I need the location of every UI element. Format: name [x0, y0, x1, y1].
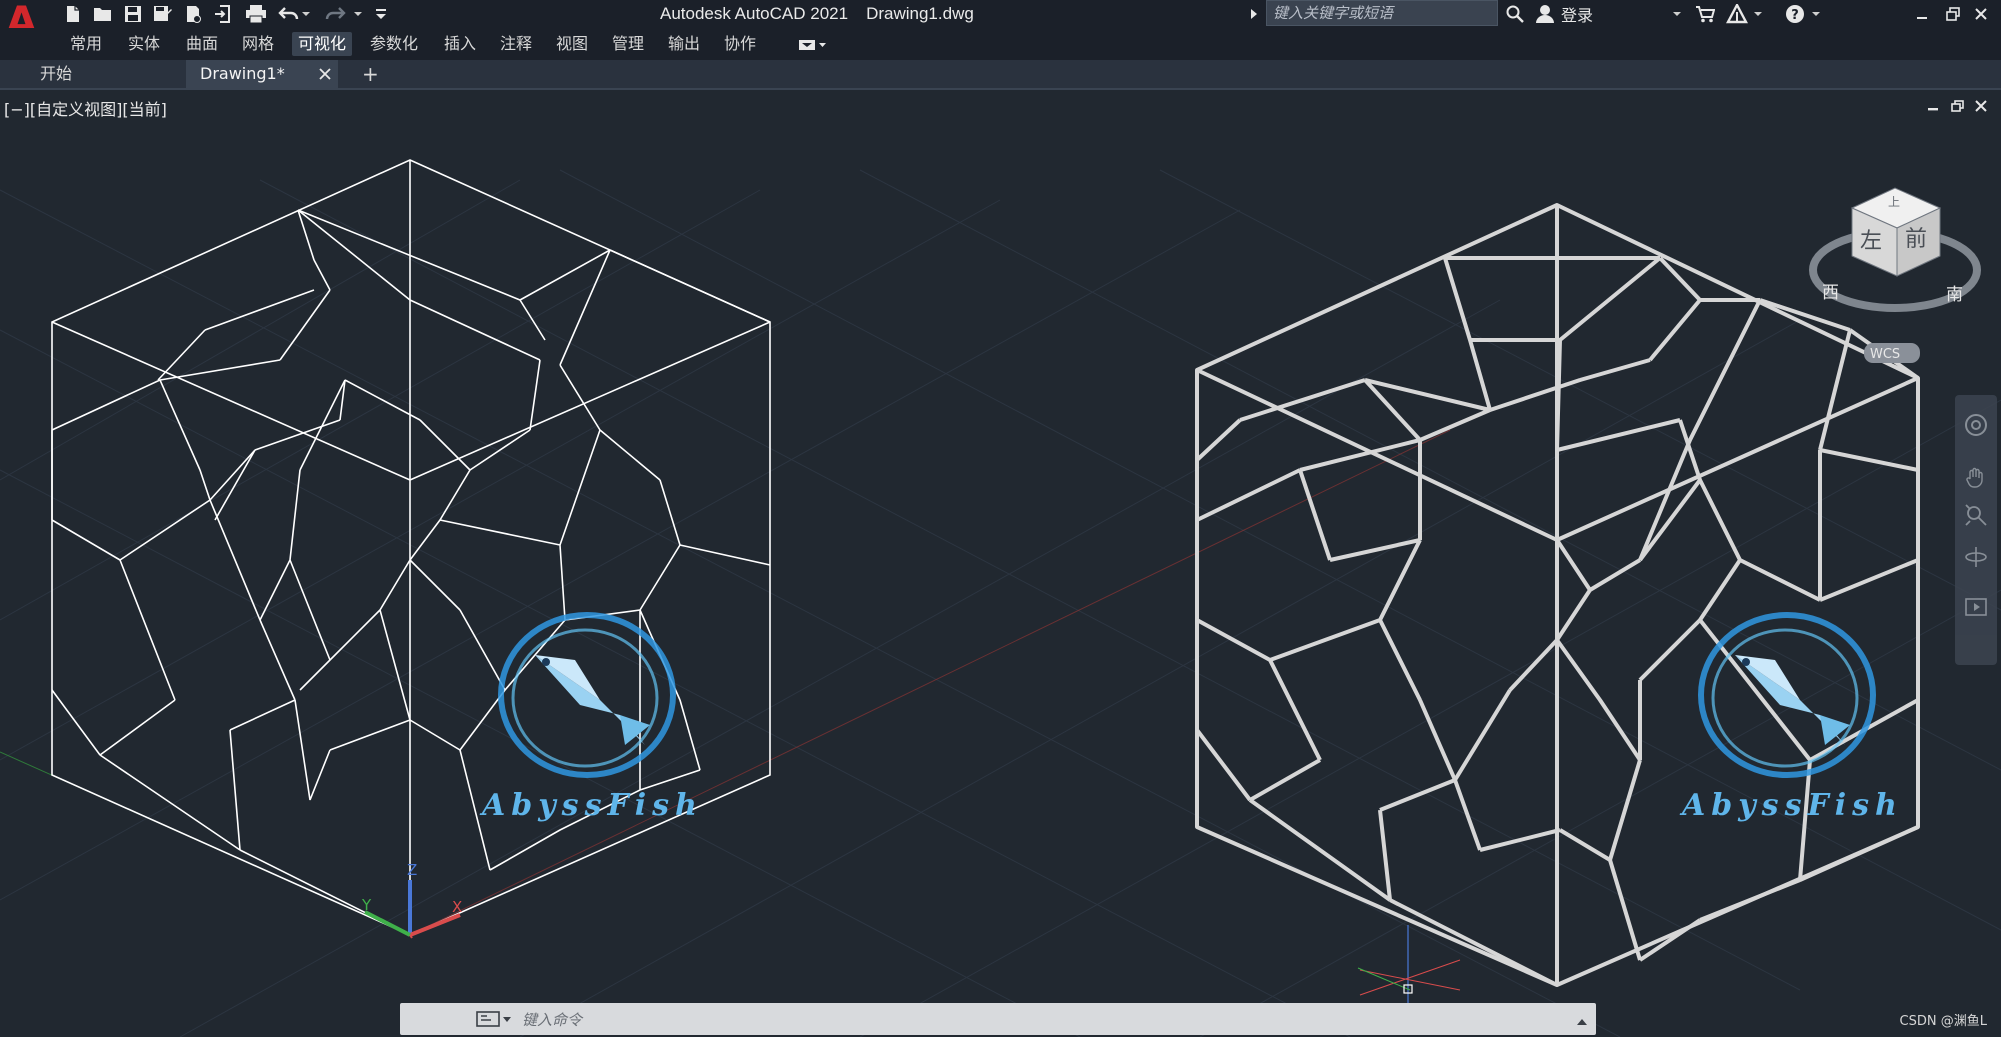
- ribbon-tab-surface[interactable]: 曲面: [180, 32, 224, 56]
- viewport-restore-icon[interactable]: [1948, 98, 1966, 114]
- ribbon-tab-bar: 常用 实体 曲面 网格 可视化 参数化 插入 注释 视图 管理 输出 协作: [0, 28, 2001, 61]
- navigation-bar: [1955, 395, 1997, 665]
- new-file-icon[interactable]: [62, 3, 84, 25]
- credit-watermark: CSDN @渊鱼L: [1899, 1014, 1987, 1029]
- close-tab-icon[interactable]: [314, 63, 336, 85]
- save-icon[interactable]: [122, 3, 144, 25]
- orbit-icon[interactable]: [1964, 545, 1988, 569]
- redo-icon[interactable]: [324, 3, 346, 25]
- ribbon-tab-output[interactable]: 输出: [662, 32, 706, 56]
- tab-start[interactable]: 开始: [28, 60, 84, 88]
- ribbon-tab-parametric[interactable]: 参数化: [364, 32, 424, 56]
- ribbon-tab-view[interactable]: 视图: [550, 32, 594, 56]
- login-button[interactable]: 登录: [1535, 2, 1593, 26]
- viewcube-left-label: 左: [1860, 229, 1882, 254]
- close-window-icon[interactable]: [1968, 2, 1994, 26]
- svg-text:?: ?: [1791, 8, 1799, 23]
- drawing-viewport[interactable]: Z X Y 左 前 上 西 南 WCS [−][自定义视图][当前] Abyss…: [0, 90, 2001, 1037]
- watermark-text-left: AbyssFish: [482, 788, 703, 823]
- search-input[interactable]: [1267, 1, 1497, 25]
- a360-dropdown-icon[interactable]: [1752, 3, 1764, 25]
- tab-drawing1-label: Drawing1*: [200, 64, 285, 83]
- compass-west-label: 西: [1822, 283, 1839, 303]
- save-as-icon[interactable]: [152, 3, 174, 25]
- showmotion-icon[interactable]: [1964, 595, 1988, 619]
- login-dropdown-icon[interactable]: [1670, 3, 1684, 25]
- print-icon[interactable]: [245, 3, 267, 25]
- zoom-extents-icon[interactable]: [1964, 503, 1988, 527]
- restore-window-icon[interactable]: [1940, 2, 1966, 26]
- document-tab-bar: 开始 Drawing1* +: [0, 60, 2001, 90]
- steering-wheel-icon[interactable]: [1964, 413, 1988, 437]
- user-icon: [1536, 5, 1554, 23]
- open-file-icon[interactable]: [92, 3, 114, 25]
- ribbon-tab-home[interactable]: 常用: [64, 32, 108, 56]
- app-name: Autodesk AutoCAD 2021: [660, 4, 849, 23]
- command-input[interactable]: [520, 1003, 1524, 1037]
- search-box[interactable]: [1266, 0, 1498, 26]
- compass-south-label: 南: [1946, 285, 1963, 305]
- fish-logo-right: [1698, 612, 1876, 778]
- redo-dropdown-icon[interactable]: [352, 3, 364, 25]
- help-icon[interactable]: ?: [1784, 3, 1806, 25]
- viewcube-front-label: 前: [1905, 227, 1927, 252]
- ribbon-tab-visualize[interactable]: 可视化: [292, 32, 353, 56]
- publish-icon[interactable]: [182, 3, 204, 25]
- autodesk-a360-icon[interactable]: [1726, 3, 1748, 25]
- viewport-minimize-icon[interactable]: [1924, 98, 1942, 114]
- ribbon-panel-toggle-icon[interactable]: [796, 34, 830, 56]
- viewcube-top-label: 上: [1888, 195, 1900, 209]
- command-history-expand-icon[interactable]: [1576, 1012, 1590, 1026]
- undo-dropdown-icon[interactable]: [300, 3, 312, 25]
- ribbon-tab-manage[interactable]: 管理: [606, 32, 650, 56]
- fish-logo-left: [498, 612, 676, 778]
- window-title: Autodesk AutoCAD 2021 Drawing1.dwg: [660, 4, 992, 24]
- axis-y-label: Y: [361, 896, 372, 914]
- title-bar: A Autodesk AutoCAD 2021 Drawing1.dwg 键入关…: [0, 0, 2001, 44]
- import-icon[interactable]: [212, 3, 234, 25]
- pan-hand-icon[interactable]: [1964, 465, 1988, 489]
- viewport-close-icon[interactable]: [1972, 98, 1990, 114]
- customize-toolbar-icon[interactable]: [370, 3, 392, 25]
- voronoi-wireframe-right: [1195, 203, 1920, 987]
- help-dropdown-icon[interactable]: [1810, 3, 1822, 25]
- file-name: Drawing1.dwg: [866, 4, 974, 23]
- minimize-window-icon[interactable]: [1909, 2, 1935, 26]
- cart-icon[interactable]: [1694, 3, 1716, 25]
- ribbon-tab-insert[interactable]: 插入: [438, 32, 482, 56]
- wcs-label: WCS: [1870, 347, 1900, 362]
- ribbon-tab-mesh[interactable]: 网格: [236, 32, 280, 56]
- search-icon[interactable]: [1504, 3, 1526, 25]
- axis-z-label: Z: [407, 861, 417, 879]
- ribbon-tab-collaborate[interactable]: 协作: [718, 32, 762, 56]
- model-space-canvas: Z X Y 左 前 上 西 南 WCS: [0, 159, 2001, 1037]
- undo-icon[interactable]: [278, 3, 300, 25]
- login-label: 登录: [1561, 6, 1594, 25]
- watermark-text-right: AbyssFish: [1682, 788, 1903, 823]
- axis-x-label: X: [452, 898, 462, 916]
- ribbon-tab-solid[interactable]: 实体: [122, 32, 166, 56]
- recent-commands-icon[interactable]: [476, 1008, 518, 1030]
- search-expand-icon[interactable]: [1248, 3, 1260, 25]
- viewport-controls-label[interactable]: [−][自定义视图][当前]: [4, 96, 167, 120]
- ribbon-tab-annotate[interactable]: 注释: [494, 32, 538, 56]
- new-tab-button[interactable]: +: [352, 60, 389, 88]
- command-line[interactable]: [400, 1003, 1596, 1037]
